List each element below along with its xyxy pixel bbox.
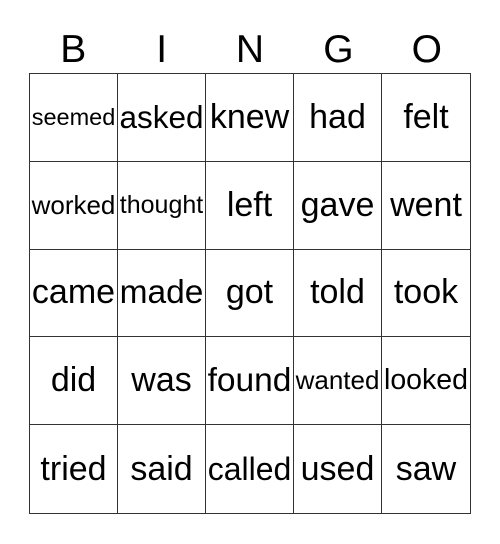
bingo-cell[interactable]: used	[294, 425, 382, 513]
bingo-cell[interactable]: wanted	[294, 337, 382, 426]
bingo-cell-word: found	[207, 361, 292, 399]
bingo-cell-word: looked	[384, 364, 468, 397]
bingo-cell[interactable]: had	[294, 74, 382, 162]
bingo-cell-word: asked	[119, 98, 204, 135]
bingo-cell[interactable]: saw	[382, 425, 470, 513]
bingo-cell-word: was	[131, 361, 192, 400]
bingo-cell[interactable]: left	[206, 161, 294, 250]
bingo-cell-word: felt	[403, 97, 449, 136]
bingo-cell[interactable]: seemed	[30, 74, 118, 162]
header-letter-n: N	[235, 28, 265, 71]
bingo-cell[interactable]: thought	[118, 161, 206, 250]
bingo-cell-word: thought	[119, 190, 204, 219]
bingo-cell[interactable]: tried	[30, 425, 118, 513]
bingo-cell-word: took	[393, 273, 459, 312]
bingo-header: B I N G O	[29, 30, 471, 70]
bingo-cell-word: used	[300, 449, 375, 488]
header-letter-o: O	[411, 28, 442, 71]
bingo-grid: seemed asked knew had felt worked thought left g…	[29, 73, 471, 514]
bingo-cell[interactable]: made	[118, 249, 206, 338]
bingo-cell-word: left	[226, 185, 273, 224]
bingo-cell[interactable]: knew	[206, 74, 294, 162]
bingo-cell[interactable]: worked	[30, 161, 118, 250]
bingo-cell-word: had	[309, 97, 366, 136]
bingo-cell-word: told	[310, 273, 365, 312]
bingo-cell[interactable]: told	[294, 249, 382, 338]
bingo-cell[interactable]: gave	[294, 161, 382, 250]
bingo-cell-word: seemed	[31, 103, 116, 130]
bingo-cell[interactable]: took	[382, 250, 470, 338]
bingo-cell-word: said	[130, 449, 193, 488]
bingo-cell[interactable]: felt	[382, 74, 470, 162]
bingo-cell[interactable]: asked	[118, 74, 206, 162]
bingo-cell-word: did	[50, 361, 97, 400]
bingo-cell-word: got	[225, 273, 274, 312]
bingo-cell[interactable]: said	[118, 425, 206, 513]
bingo-cell[interactable]: found	[206, 337, 294, 426]
bingo-cell-word: went	[390, 185, 462, 224]
bingo-cell-word: worked	[31, 189, 116, 220]
header-letter-i: I	[156, 28, 168, 71]
bingo-cell[interactable]: came	[30, 249, 118, 338]
bingo-cell-word: knew	[209, 97, 290, 136]
bingo-cell[interactable]: got	[206, 249, 294, 338]
bingo-cell-word: called	[207, 450, 292, 487]
header-letter-g: G	[323, 28, 354, 71]
bingo-cell-word: made	[119, 273, 204, 311]
bingo-cell-word: tried	[40, 449, 107, 488]
bingo-cell[interactable]: did	[30, 337, 118, 426]
bingo-cell[interactable]: looked	[382, 337, 470, 426]
bingo-cell-word: wanted	[295, 365, 380, 396]
bingo-cell-word: saw	[395, 449, 457, 488]
bingo-cell-word: came	[31, 273, 116, 312]
bingo-cell[interactable]: went	[382, 162, 470, 250]
header-letter-b: B	[60, 28, 87, 71]
bingo-cell[interactable]: was	[118, 337, 206, 426]
bingo-cell-word: gave	[300, 185, 375, 224]
bingo-cell[interactable]: called	[206, 425, 294, 513]
